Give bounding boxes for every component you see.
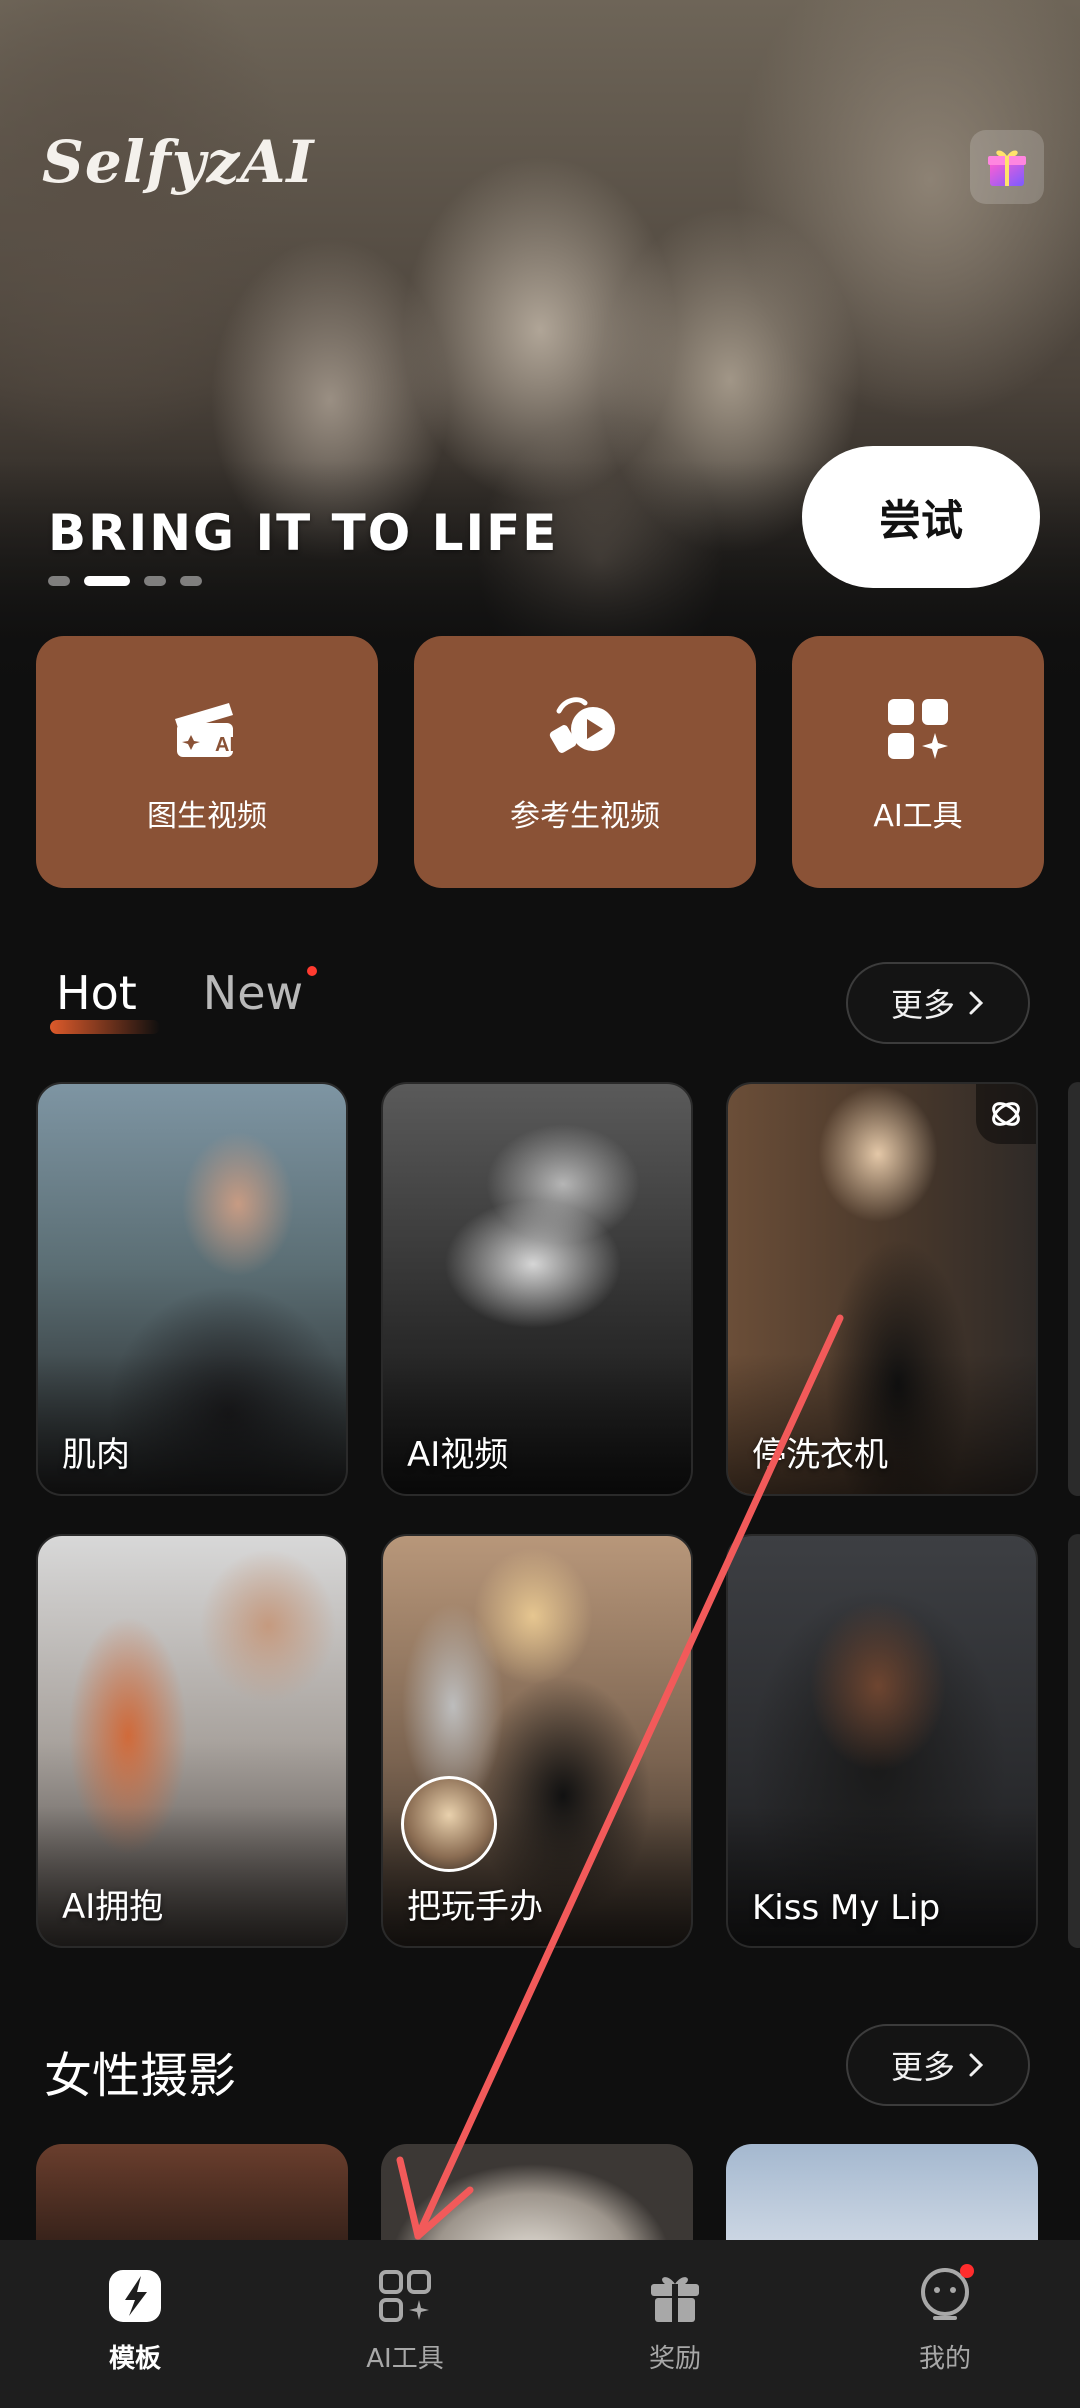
card-peek <box>1068 1534 1080 1948</box>
template-card-laundry[interactable]: 停洗衣机 <box>726 1082 1038 1496</box>
image-to-video-card[interactable]: AI 图生视频 <box>36 636 378 888</box>
carousel-dot <box>48 576 70 586</box>
more-label: 更多 <box>890 2048 955 2086</box>
trending-more-button[interactable]: 更多 <box>846 962 1030 1044</box>
hero-banner[interactable]: SelfyzAI BRING IT TO LIFE <box>0 0 1080 700</box>
avatar <box>401 1776 497 1872</box>
templates-icon <box>109 2270 161 2322</box>
quick-action-label: AI工具 <box>873 799 963 834</box>
template-card-label: AI拥抱 <box>62 1887 164 1927</box>
nav-item-ai-tools[interactable]: AI工具 <box>270 2240 540 2408</box>
image-to-video-ai-icon: AI <box>175 703 235 757</box>
gift-button[interactable] <box>970 130 1044 204</box>
template-card-label: 把玩手办 <box>407 1887 543 1927</box>
section-title-female-photo: 女性摄影 <box>44 2048 237 2104</box>
template-card-label: 停洗衣机 <box>752 1435 888 1475</box>
nav-label: 模板 <box>108 2344 161 2374</box>
carousel-dot-active <box>84 576 130 586</box>
nav-item-rewards[interactable]: 奖励 <box>540 2240 810 2408</box>
ai-tools-grid-icon <box>888 699 948 759</box>
nav-item-profile[interactable]: 我的 <box>810 2240 1080 2408</box>
tab-new[interactable]: New <box>202 966 318 1020</box>
swap-badge <box>976 1084 1036 1144</box>
template-card-label: Kiss My Lip <box>752 1888 941 1928</box>
brand-logo: SelfyzAI <box>42 128 315 196</box>
gift-icon <box>651 2277 699 2322</box>
bottom-navigation: 模板 AI工具 奖励 我的 <box>0 2240 1080 2408</box>
carousel-dot <box>144 576 166 586</box>
nav-label: 我的 <box>918 2344 971 2374</box>
new-notification-dot <box>307 966 318 976</box>
template-card-label: AI视频 <box>407 1435 509 1475</box>
card-peek <box>1068 1082 1080 1496</box>
template-card-ai-hug[interactable]: AI拥抱 <box>36 1534 348 1948</box>
nav-label: AI工具 <box>366 2344 444 2374</box>
carousel-indicator <box>48 576 202 586</box>
gift-icon <box>988 150 1026 186</box>
chevron-right-icon <box>969 991 984 1015</box>
quick-action-label: 参考生视频 <box>510 799 660 834</box>
tab-hot[interactable]: Hot <box>50 966 160 1034</box>
reference-video-card[interactable]: 参考生视频 <box>414 636 756 888</box>
profile-notification-dot <box>960 2264 974 2278</box>
trending-tabs: Hot New <box>50 966 369 1034</box>
nav-item-templates[interactable]: 模板 <box>0 2240 270 2408</box>
swap-icon <box>992 1102 1020 1126</box>
quick-action-label: 图生视频 <box>147 799 267 834</box>
female-photo-more-button[interactable]: 更多 <box>846 2024 1030 2106</box>
ai-tools-icon <box>379 2270 431 2322</box>
template-card-figure[interactable]: 把玩手办 <box>381 1534 693 1948</box>
nav-label: 奖励 <box>648 2344 701 2374</box>
template-card-label: 肌肉 <box>62 1435 130 1475</box>
template-card-ai-video[interactable]: AI视频 <box>381 1082 693 1496</box>
template-card-muscle[interactable]: 肌肉 <box>36 1082 348 1496</box>
chevron-right-icon <box>969 2053 984 2077</box>
svg-text:AI: AI <box>215 734 235 756</box>
more-label: 更多 <box>890 986 955 1024</box>
reference-video-icon <box>549 697 615 753</box>
tab-new-label: New <box>202 966 304 1020</box>
try-button[interactable]: 尝试 <box>802 446 1040 588</box>
carousel-dot <box>180 576 202 586</box>
hero-headline: BRING IT TO LIFE <box>48 504 559 562</box>
template-card-kiss-my-lip[interactable]: Kiss My Lip <box>726 1534 1038 1948</box>
ai-tools-card[interactable]: AI工具 <box>792 636 1044 888</box>
